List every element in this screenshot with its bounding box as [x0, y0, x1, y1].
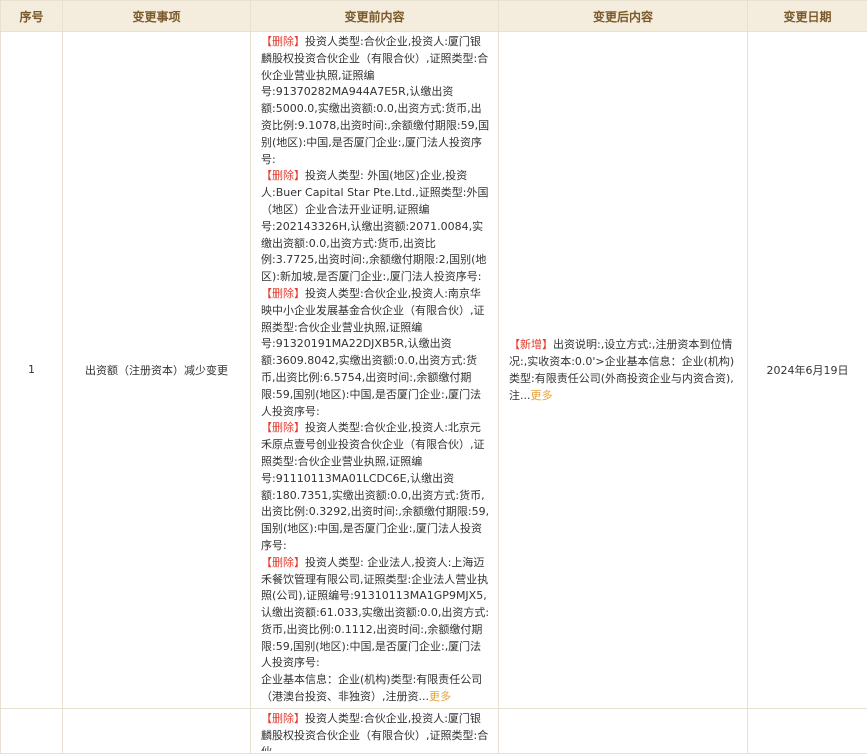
header-index: 序号 [1, 1, 63, 32]
before-entry-3: 【删除】投资人类型:合伙企业,投资人:南京华映中小企业发展基金合伙企业（有限合伙… [261, 286, 490, 420]
more-link[interactable]: 更多 [531, 389, 553, 402]
before-entry-1: 【删除】投资人类型:合伙企业,投资人:厦门银麟股权投资合伙企业（有限合伙）,证照… [261, 34, 490, 168]
delete-tag: 【删除】 [261, 712, 305, 725]
row-before-content: 【删除】投资人类型:合伙企业,投资人:厦门银麟股权投资合伙企业（有限合伙）,证照… [251, 32, 499, 709]
before-entry-text: 投资人类型:合伙企业,投资人:厦门银麟股权投资合伙企业（有限合伙）,证照类型:合… [261, 35, 489, 166]
row-change-item: 出资额（注册资本）减少变更 [63, 32, 251, 709]
row-index [1, 708, 63, 753]
before-entry-5: 【删除】投资人类型: 企业法人,投资人:上海迈禾餐饮管理有限公司,证照类型:企业… [261, 555, 490, 673]
delete-tag: 【删除】 [261, 287, 305, 300]
row-before-content: 【删除】投资人类型:合伙企业,投资人:厦门银麟股权投资合伙企业（有限合伙）,证照… [251, 708, 499, 753]
add-tag: 【新增】 [509, 338, 553, 351]
delete-tag: 【删除】 [261, 35, 305, 48]
before-entry-text: 投资人类型:合伙企业,投资人:南京华映中小企业发展基金合伙企业（有限合伙）,证照… [261, 287, 485, 418]
before-entry-text: 投资人类型: 企业法人,投资人:上海迈禾餐饮管理有限公司,证照类型:企业法人营业… [261, 556, 489, 670]
table-header-row: 序号 变更事项 变更前内容 变更后内容 变更日期 [1, 1, 867, 32]
before-entry-text: 投资人类型: 外国(地区)企业,投资人:Buer Capital Star Pt… [261, 169, 488, 283]
row-after-content: 【新增】出资说明:,设立方式:,注册资本到位情况:,实收资本:0.0'>企业基本… [499, 32, 748, 709]
before-tail: 企业基本信息：企业(机构)类型:有限责任公司（港澳台投资、非独资）,注册资...… [261, 672, 490, 706]
before-entry-4: 【删除】投资人类型:合伙企业,投资人:北京元禾原点壹号创业投资合伙企业（有限合伙… [261, 420, 490, 554]
row-after-content [499, 708, 748, 753]
more-link[interactable]: 更多 [429, 690, 451, 703]
change-record-table: 序号 变更事项 变更前内容 变更后内容 变更日期 1 出资额（注册资本）减少变更… [0, 0, 867, 754]
row-change-date: 2024年6月19日 [748, 32, 867, 709]
before-entry-partial: 【删除】投资人类型:合伙企业,投资人:厦门银麟股权投资合伙企业（有限合伙）,证照… [261, 711, 490, 751]
before-entry-text: 投资人类型:合伙企业,投资人:北京元禾原点壹号创业投资合伙企业（有限合伙）,证照… [261, 421, 489, 552]
before-entry-2: 【删除】投资人类型: 外国(地区)企业,投资人:Buer Capital Sta… [261, 168, 490, 286]
header-change-item: 变更事项 [63, 1, 251, 32]
row-change-item [63, 708, 251, 753]
table-row: 1 出资额（注册资本）减少变更 【删除】投资人类型:合伙企业,投资人:厦门银麟股… [1, 32, 867, 709]
delete-tag: 【删除】 [261, 421, 305, 434]
row-change-date [748, 708, 867, 753]
delete-tag: 【删除】 [261, 169, 305, 182]
header-before-content: 变更前内容 [251, 1, 499, 32]
delete-tag: 【删除】 [261, 556, 305, 569]
header-after-content: 变更后内容 [499, 1, 748, 32]
row-index: 1 [1, 32, 63, 709]
table-row: 【删除】投资人类型:合伙企业,投资人:厦门银麟股权投资合伙企业（有限合伙）,证照… [1, 708, 867, 753]
header-change-date: 变更日期 [748, 1, 867, 32]
